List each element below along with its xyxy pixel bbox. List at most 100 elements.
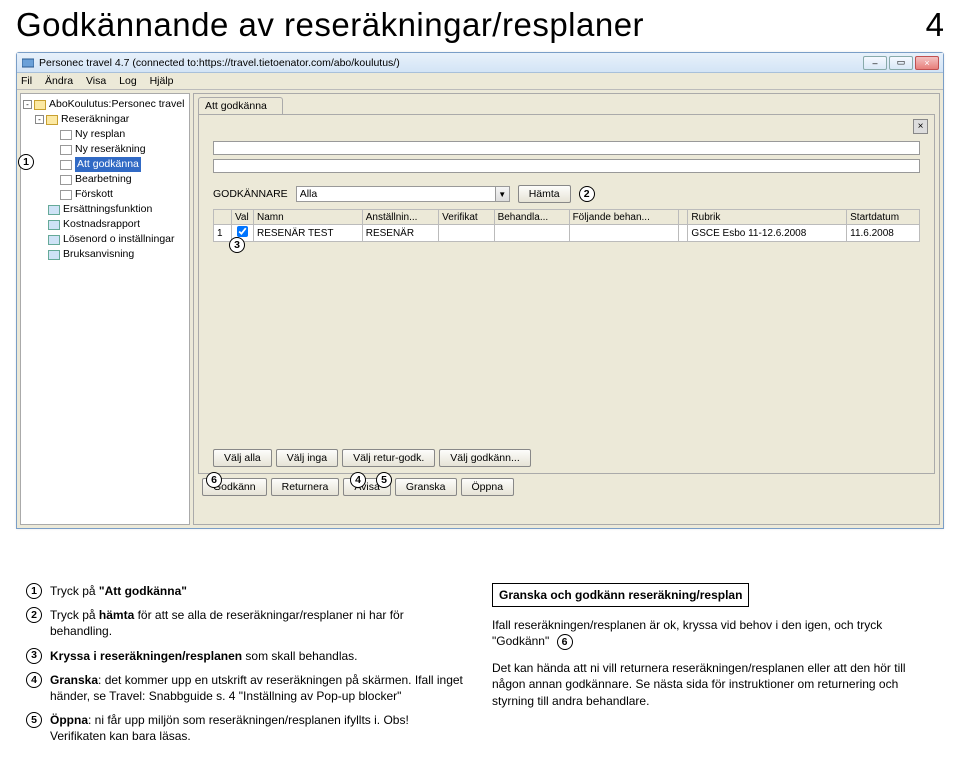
tree-item[interactable]: Ersättningsfunktion	[35, 202, 187, 217]
instruction-step: 2Tryck på hämta för att se alla de reser…	[26, 607, 468, 639]
page-number: 4	[926, 6, 944, 44]
tree-item-label: Ny reseräkning	[75, 142, 146, 157]
callout-5: 5	[376, 472, 392, 488]
tree-item-label: Kostnadsrapport	[63, 217, 140, 232]
row-number: 1	[214, 225, 232, 242]
selection-button[interactable]: Välj alla	[213, 449, 272, 467]
tree-item[interactable]: Förskott	[47, 187, 187, 202]
hamta-button[interactable]: Hämta	[518, 185, 571, 203]
action-button[interactable]: Öppna	[461, 478, 515, 496]
document-icon	[60, 190, 72, 200]
readonly-bar-2	[213, 159, 920, 173]
footer-buttons: GodkännReturneraAvisaGranskaÖppna	[194, 474, 939, 500]
callout-6: 6	[206, 472, 222, 488]
table-row[interactable]: 1 RESENÄR TESTRESENÄR GSCE Esbo 11-12.6.20…	[214, 225, 920, 242]
action-button[interactable]: Granska	[395, 478, 457, 496]
godkannare-label: GODKÄNNARE	[213, 188, 288, 200]
inline-callout-6: 6	[557, 634, 573, 650]
column-header[interactable]: Anställnin...	[362, 210, 438, 225]
menu-log[interactable]: Log	[119, 75, 137, 87]
results-table: ValNamnAnställnin...VerifikatBehandla...…	[213, 209, 920, 242]
tree-item[interactable]: Bearbetning	[47, 172, 187, 187]
instruction-step: 1Tryck på "Att godkänna"	[26, 583, 468, 599]
module-icon	[48, 250, 60, 260]
tab-close-button[interactable]: ×	[913, 119, 928, 134]
tree-item[interactable]: Lösenord o inställningar	[35, 232, 187, 247]
godkannare-combo[interactable]: ▼	[296, 186, 510, 202]
document-icon	[60, 160, 72, 170]
module-icon	[48, 220, 60, 230]
window-minimize-button[interactable]: –	[863, 56, 887, 70]
tree-item[interactable]: Bruksanvisning	[35, 247, 187, 262]
column-header[interactable]: Verifikat	[439, 210, 494, 225]
column-header[interactable]: Namn	[254, 210, 363, 225]
window-close-button[interactable]: ×	[915, 56, 939, 70]
column-header[interactable]	[679, 210, 688, 225]
godkannare-input[interactable]	[296, 186, 496, 202]
column-header[interactable]: Behandla...	[494, 210, 569, 225]
document-icon	[60, 175, 72, 185]
selection-button[interactable]: Välj retur-godk.	[342, 449, 435, 467]
application-window: Personec travel 4.7 (connected to:https:…	[16, 52, 944, 529]
document-icon	[60, 145, 72, 155]
navigation-tree: - AboKoulutus:Personec travel - Reseräkni…	[20, 93, 190, 525]
menu-hjalp[interactable]: Hjälp	[150, 75, 174, 87]
window-titlebar: Personec travel 4.7 (connected to:https:…	[17, 53, 943, 73]
right-para-2: Det kan hända att ni vill returnera rese…	[492, 660, 934, 709]
instruction-step: 4Granska: det kommer upp en utskrift av …	[26, 672, 468, 704]
tree-collapse-icon[interactable]: -	[23, 100, 32, 109]
tab-att-godkanna[interactable]: Att godkänna	[198, 97, 283, 114]
tree-item-label: Bruksanvisning	[63, 247, 134, 262]
step-number: 4	[26, 672, 42, 688]
table-cell: GSCE Esbo 11-12.6.2008	[688, 225, 847, 242]
tree-item-label: Reseräkningar	[61, 112, 129, 127]
table-cell	[679, 225, 688, 242]
row-select-checkbox[interactable]	[237, 226, 248, 237]
table-cell: RESENÄR	[362, 225, 438, 242]
tree-root-label: AboKoulutus:Personec travel	[49, 97, 184, 112]
tree-item-label: Att godkänna	[75, 157, 141, 172]
module-icon	[48, 205, 60, 215]
column-header[interactable]: Val	[232, 210, 254, 225]
callout-2: 2	[579, 186, 595, 202]
tree-item[interactable]: Ny reseräkning	[47, 142, 187, 157]
tree-item-label: Ny resplan	[75, 127, 125, 142]
page-title: Godkännande av reseräkningar/resplaner	[16, 6, 644, 44]
tree-root[interactable]: - AboKoulutus:Personec travel	[23, 97, 187, 112]
tree-item[interactable]: - Reseräkningar	[35, 112, 187, 127]
tree-item[interactable]: Kostnadsrapport	[35, 217, 187, 232]
menu-andra[interactable]: Ändra	[45, 75, 73, 87]
selection-button[interactable]: Välj inga	[276, 449, 338, 467]
step-number: 2	[26, 607, 42, 623]
step-number: 1	[26, 583, 42, 599]
column-header[interactable]: Startdatum	[847, 210, 920, 225]
tree-item-label: Ersättningsfunktion	[63, 202, 152, 217]
document-icon	[60, 130, 72, 140]
app-icon	[21, 56, 35, 70]
window-maximize-button[interactable]: ▭	[889, 56, 913, 70]
step-number: 3	[26, 648, 42, 664]
selection-button[interactable]: Välj godkänn...	[439, 449, 530, 467]
folder-icon	[34, 100, 46, 110]
action-button[interactable]: Returnera	[271, 478, 340, 496]
tree-collapse-icon[interactable]: -	[35, 115, 44, 124]
instruction-step: 3Kryssa i reseräkningen/resplanen som sk…	[26, 648, 468, 664]
menu-fil[interactable]: Fil	[21, 75, 32, 87]
column-header[interactable]	[214, 210, 232, 225]
window-title-text: Personec travel 4.7 (connected to:https:…	[39, 57, 400, 69]
table-cell: RESENÄR TEST	[254, 225, 363, 242]
right-para-1: Ifall reseräkningen/resplanen är ok, kry…	[492, 617, 934, 650]
tab-body: × GODKÄNNARE ▼ Hämta 2	[198, 114, 935, 474]
folder-icon	[46, 115, 58, 125]
menu-visa[interactable]: Visa	[86, 75, 106, 87]
callout-1: 1	[18, 154, 34, 170]
column-header[interactable]: Följande behan...	[569, 210, 679, 225]
tree-item-label: Förskott	[75, 187, 113, 202]
main-panel: Att godkänna × GODKÄNNARE ▼ Hämta	[193, 93, 940, 525]
column-header[interactable]: Rubrik	[688, 210, 847, 225]
menubar: Fil Ändra Visa Log Hjälp	[17, 73, 943, 90]
table-cell	[439, 225, 494, 242]
tree-item[interactable]: Ny resplan	[47, 127, 187, 142]
tree-item[interactable]: Att godkänna	[47, 157, 187, 172]
chevron-down-icon[interactable]: ▼	[496, 186, 510, 202]
